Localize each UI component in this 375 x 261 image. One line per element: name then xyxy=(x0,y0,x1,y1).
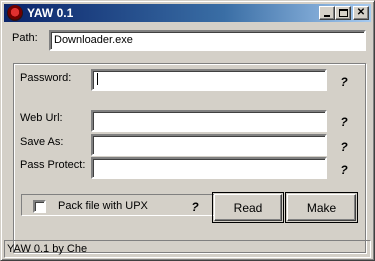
read-button[interactable]: Read xyxy=(214,194,282,221)
main-panel: Path: Downloader.exe Password: ? Web Url… xyxy=(4,23,371,253)
title-bar[interactable]: YAW 0.1 ✕ xyxy=(4,4,371,22)
path-field[interactable]: Downloader.exe xyxy=(49,30,366,51)
close-button[interactable]: ✕ xyxy=(353,6,369,20)
upx-help-icon[interactable]: ? xyxy=(190,200,200,214)
pass-protect-label: Pass Protect: xyxy=(20,159,86,171)
minimize-icon xyxy=(324,15,330,17)
web-url-help-icon[interactable]: ? xyxy=(339,115,349,129)
path-label: Path: xyxy=(12,32,38,44)
password-help-icon[interactable]: ? xyxy=(339,75,349,89)
save-as-field[interactable] xyxy=(91,134,327,156)
upx-option-panel: Pack file with UPX ? xyxy=(21,194,221,216)
upx-label[interactable]: Pack file with UPX xyxy=(58,200,148,213)
window-title: YAW 0.1 xyxy=(27,6,74,20)
status-bar: YAW 0.1 by Che xyxy=(4,240,371,258)
upx-checkbox[interactable] xyxy=(33,200,46,213)
make-button-frame: Make xyxy=(285,192,358,223)
pass-protect-field[interactable] xyxy=(91,157,327,179)
password-label: Password: xyxy=(20,72,72,84)
text-cursor xyxy=(97,73,98,86)
web-url-label: Web Url: xyxy=(20,112,63,124)
maximize-icon xyxy=(339,9,348,17)
save-as-help-icon[interactable]: ? xyxy=(339,140,349,154)
read-button-frame: Read xyxy=(212,192,284,223)
web-url-field[interactable] xyxy=(91,110,327,132)
app-icon[interactable] xyxy=(7,5,23,21)
close-icon: ✕ xyxy=(356,7,366,18)
pass-protect-help-icon[interactable]: ? xyxy=(339,163,349,177)
save-as-label: Save As: xyxy=(20,136,64,148)
maximize-button[interactable] xyxy=(335,6,351,20)
minimize-button[interactable] xyxy=(319,6,335,20)
password-field[interactable] xyxy=(91,69,327,91)
app-window: YAW 0.1 ✕ Path: Downloader.exe Password:… xyxy=(0,0,375,261)
status-text: YAW 0.1 by Che xyxy=(7,243,88,255)
make-button[interactable]: Make xyxy=(287,194,356,221)
